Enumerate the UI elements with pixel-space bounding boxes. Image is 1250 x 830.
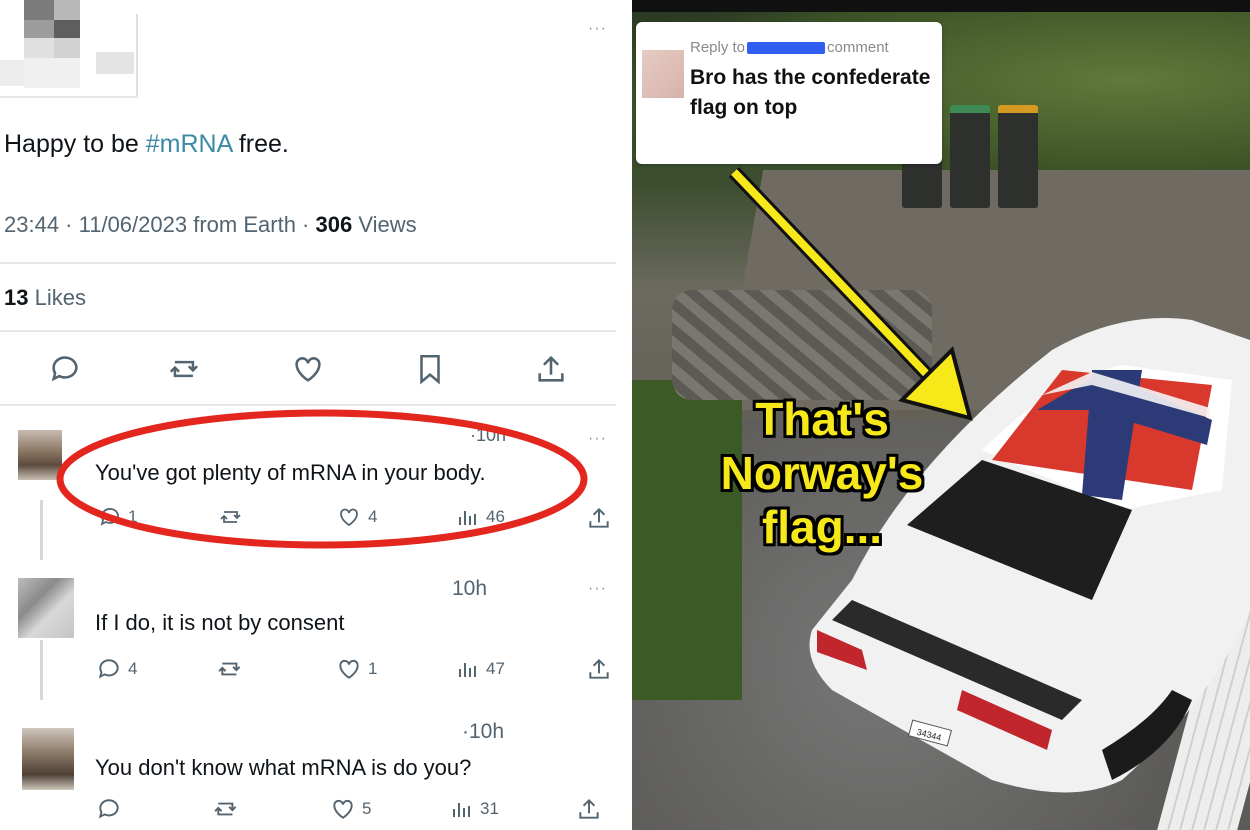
reply-text: You don't know what mRNA is do you? xyxy=(95,755,472,780)
thread-line xyxy=(40,500,43,560)
reply-to-label: Reply to comment xyxy=(690,39,889,56)
likes-summary[interactable]: 13 Likes xyxy=(4,285,86,311)
comment-message: Bro has the confederate flag on top xyxy=(690,66,931,119)
share-icon[interactable] xyxy=(586,656,612,682)
reply-time[interactable]: 10h xyxy=(452,577,487,601)
like-icon[interactable]: 5 xyxy=(330,796,371,822)
tweet-text-end: free. xyxy=(231,130,289,158)
more-options-icon[interactable]: ··· xyxy=(588,430,607,448)
tweet-date[interactable]: 11/06/2023 xyxy=(79,212,187,237)
tweet-time[interactable]: 23:44 xyxy=(4,212,59,237)
reply-avatar[interactable] xyxy=(18,578,74,638)
tweet-text: Happy to be #mRNA free. xyxy=(4,130,289,159)
commenter-avatar xyxy=(642,50,684,98)
reply-count: 4 xyxy=(128,659,138,678)
more-options-icon[interactable]: ··· xyxy=(588,580,607,598)
divider xyxy=(0,330,616,332)
tweet-text-start: Happy to be xyxy=(4,130,146,158)
caption-overlay: That's Norway's flag... xyxy=(662,392,982,554)
hashtag-link[interactable]: #mRNA xyxy=(146,130,232,158)
retweet-icon[interactable] xyxy=(168,352,204,386)
redacted-username xyxy=(747,42,826,55)
highlight-ellipse xyxy=(56,409,588,549)
views-icon[interactable]: 47 xyxy=(456,656,505,682)
reply-icon[interactable]: 4 xyxy=(96,656,137,682)
views-count: 306 xyxy=(315,212,353,237)
reply-icon[interactable] xyxy=(48,352,82,386)
more-options-icon[interactable]: ··· xyxy=(588,20,607,38)
like-icon[interactable] xyxy=(290,352,326,386)
retweet-icon[interactable] xyxy=(216,656,246,682)
caption-line: Norway's xyxy=(720,447,924,499)
tweet-source: from Earth xyxy=(193,212,296,237)
tweet-screenshot-panel: ··· Happy to be #mRNA free. 23:44 · 11/0… xyxy=(0,0,624,830)
like-icon[interactable]: 1 xyxy=(336,656,377,682)
author-avatar[interactable] xyxy=(0,0,140,100)
panel-divider xyxy=(624,0,632,830)
likes-label: Likes xyxy=(34,285,86,310)
yellow-arrow xyxy=(728,167,973,421)
share-icon[interactable] xyxy=(534,352,568,386)
bookmark-icon[interactable] xyxy=(414,352,446,386)
caption-line: flag... xyxy=(761,501,883,553)
top-bar xyxy=(632,0,1250,12)
divider xyxy=(0,262,616,264)
views-label: Views xyxy=(358,212,417,237)
reply-text: If I do, it is not by consent xyxy=(95,610,345,635)
caption-line: That's xyxy=(755,393,889,445)
views-icon[interactable]: 31 xyxy=(450,796,499,822)
view-count: 31 xyxy=(480,799,499,818)
like-count: 1 xyxy=(368,659,378,678)
like-count: 5 xyxy=(362,799,372,818)
tweet-meta: 23:44 · 11/06/2023 from Earth · 306 View… xyxy=(4,212,417,237)
share-icon[interactable] xyxy=(576,796,602,822)
likes-count: 13 xyxy=(4,285,29,310)
reply-time[interactable]: ·10h xyxy=(462,720,504,744)
reply-icon[interactable] xyxy=(96,796,122,822)
view-count: 47 xyxy=(486,659,505,678)
photo-panel: 34344 Reply to comment Bro has the confed… xyxy=(632,0,1250,830)
reply-avatar[interactable] xyxy=(22,728,74,790)
reply-comment-bubble[interactable]: Reply to comment Bro has the confederate … xyxy=(636,22,942,164)
thread-line xyxy=(40,640,43,700)
retweet-icon[interactable] xyxy=(212,796,242,822)
